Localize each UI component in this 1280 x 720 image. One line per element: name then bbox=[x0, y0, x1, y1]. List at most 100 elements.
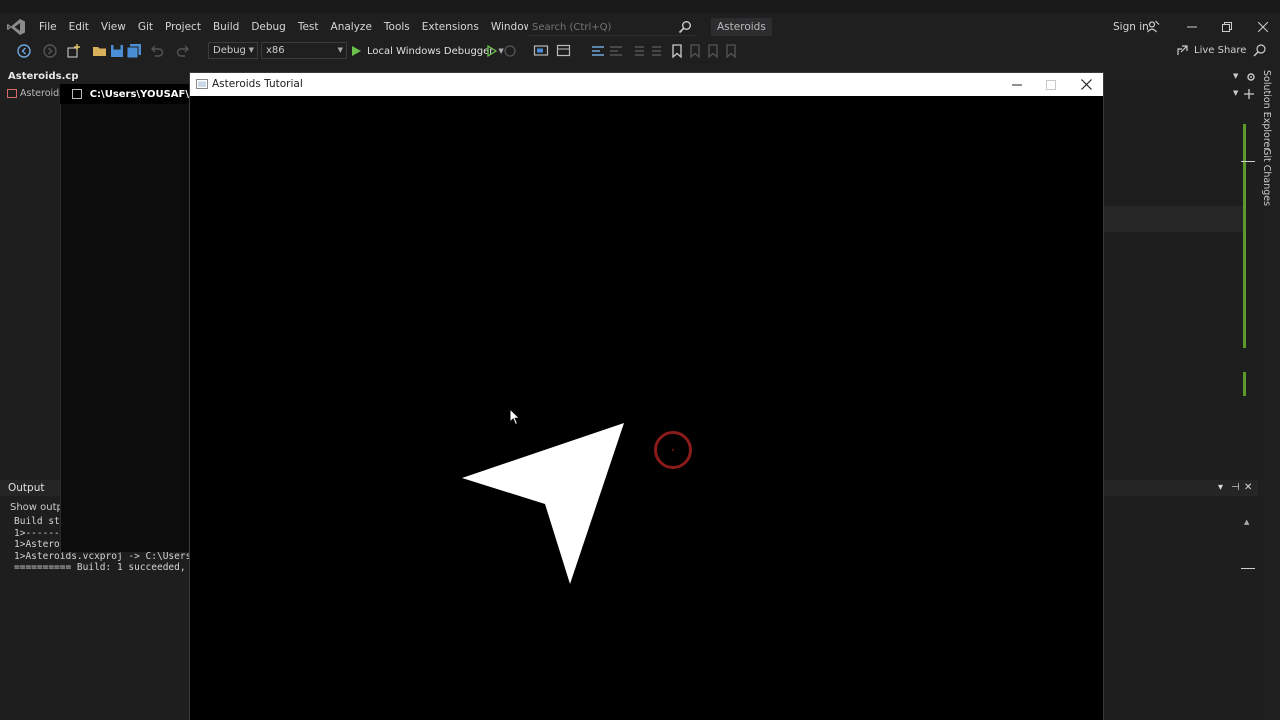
uncomment-icon[interactable] bbox=[608, 43, 624, 59]
hot-reload-icon[interactable] bbox=[502, 43, 518, 59]
player-ship bbox=[462, 423, 624, 584]
app-icon bbox=[196, 79, 208, 89]
minimize-icon bbox=[1012, 84, 1022, 85]
change-indicator-bar bbox=[1243, 124, 1246, 348]
outdent-icon[interactable] bbox=[650, 43, 666, 59]
navigate-back-icon[interactable] bbox=[16, 43, 32, 59]
search-box[interactable] bbox=[528, 18, 696, 36]
members-dropdown-icon[interactable]: ▼ bbox=[1233, 89, 1238, 97]
tab-asteroids-cpp[interactable]: Asteroids.cp bbox=[8, 71, 78, 82]
comment-icon[interactable] bbox=[590, 43, 606, 59]
configuration-value: Debug bbox=[213, 45, 246, 56]
menu-extensions[interactable]: Extensions bbox=[416, 14, 485, 40]
menu-project[interactable]: Project bbox=[159, 14, 207, 40]
bookmark-icon[interactable] bbox=[669, 43, 685, 59]
clear-bookmarks-icon[interactable] bbox=[723, 43, 739, 59]
menu-test[interactable]: Test bbox=[292, 14, 325, 40]
navigate-forward-icon[interactable] bbox=[42, 43, 58, 59]
search-icon[interactable] bbox=[678, 20, 692, 34]
asteroid-center-dot bbox=[671, 448, 675, 452]
menu-debug[interactable]: Debug bbox=[245, 14, 292, 40]
project-nav-dropdown[interactable]: Asteroids bbox=[7, 88, 64, 99]
tab-overflow-icon[interactable]: ▼ bbox=[1233, 72, 1238, 80]
restore-button[interactable] bbox=[1211, 14, 1243, 40]
restore-icon bbox=[1222, 22, 1232, 32]
account-icon[interactable] bbox=[1146, 20, 1160, 34]
scroll-up-icon[interactable]: ▲ bbox=[1244, 518, 1249, 526]
console-title-bar[interactable]: C:\Users\YOUSAF\sourc bbox=[60, 84, 190, 104]
save-icon[interactable] bbox=[109, 43, 125, 59]
side-tool-strip: Solution Explorer Git Changes bbox=[1258, 62, 1280, 720]
menu-file[interactable]: File bbox=[33, 14, 63, 40]
open-folder-icon[interactable] bbox=[92, 43, 108, 59]
new-project-icon[interactable] bbox=[66, 43, 82, 59]
game-window-title-bar[interactable]: Asteroids Tutorial bbox=[190, 73, 1103, 96]
project-icon bbox=[7, 89, 17, 98]
code-editor-right[interactable]: ▼ ▼ bbox=[1103, 70, 1243, 480]
console-title: C:\Users\YOUSAF\sourc bbox=[89, 88, 190, 100]
minimize-icon bbox=[1187, 26, 1197, 28]
close-icon bbox=[1080, 79, 1092, 90]
search-input[interactable] bbox=[528, 18, 668, 36]
title-bar: File Edit View Git Project Build Debug T… bbox=[0, 14, 1280, 40]
top-strip bbox=[0, 0, 1280, 14]
browse-icon[interactable] bbox=[533, 43, 549, 59]
pin-icon[interactable]: ⊣ bbox=[1231, 482, 1240, 493]
close-panel-icon[interactable]: ✕ bbox=[1244, 482, 1252, 493]
game-minimize-button[interactable] bbox=[1000, 73, 1034, 96]
start-debugging-button[interactable]: Local Windows Debugger ▼ bbox=[352, 42, 504, 60]
game-canvas[interactable] bbox=[190, 96, 1103, 720]
game-close-button[interactable] bbox=[1069, 73, 1103, 96]
platform-value: x86 bbox=[266, 45, 285, 56]
start-debugging-label: Local Windows Debugger bbox=[367, 45, 494, 57]
feedback-icon[interactable] bbox=[1252, 43, 1268, 59]
menu-build[interactable]: Build bbox=[207, 14, 245, 40]
menu-edit[interactable]: Edit bbox=[63, 14, 95, 40]
configuration-dropdown[interactable]: Debug ▼ bbox=[208, 42, 258, 59]
game-maximize-button[interactable] bbox=[1034, 73, 1068, 96]
console-window[interactable] bbox=[60, 84, 190, 552]
menu-view[interactable]: View bbox=[95, 14, 132, 40]
redo-icon[interactable] bbox=[175, 43, 191, 59]
console-icon bbox=[72, 89, 82, 99]
prev-bookmark-icon[interactable] bbox=[687, 43, 703, 59]
document-tab-well: Asteroids.cp Asteroids bbox=[0, 70, 78, 100]
live-share-button[interactable]: Live Share bbox=[1176, 43, 1246, 57]
maximize-icon bbox=[1046, 79, 1056, 90]
share-icon bbox=[1177, 45, 1188, 55]
play-icon bbox=[352, 46, 361, 56]
current-line-highlight bbox=[1103, 206, 1243, 232]
solution-explorer-tab[interactable]: Solution Explorer bbox=[1261, 70, 1272, 151]
code-editor[interactable] bbox=[0, 100, 60, 480]
split-editor-icon[interactable] bbox=[1243, 88, 1255, 100]
indent-icon[interactable] bbox=[630, 43, 646, 59]
menu-bar: File Edit View Git Project Build Debug T… bbox=[33, 14, 574, 40]
menu-tools[interactable]: Tools bbox=[378, 14, 416, 40]
menu-git[interactable]: Git bbox=[132, 14, 159, 40]
close-icon bbox=[1258, 22, 1268, 32]
output-title[interactable]: Output bbox=[8, 482, 44, 494]
game-window[interactable]: Asteroids Tutorial bbox=[189, 72, 1104, 720]
git-changes-tab[interactable]: Git Changes bbox=[1261, 148, 1272, 206]
chevron-down-icon: ▼ bbox=[337, 46, 343, 54]
sign-in-link[interactable]: Sign in bbox=[1113, 14, 1149, 40]
platform-dropdown[interactable]: x86 ▼ bbox=[261, 42, 347, 59]
game-window-title: Asteroids Tutorial bbox=[212, 78, 303, 90]
start-without-debugging-icon[interactable] bbox=[484, 43, 500, 59]
visual-studio-logo-icon[interactable] bbox=[6, 18, 26, 36]
next-bookmark-icon[interactable] bbox=[705, 43, 721, 59]
layout-icon[interactable] bbox=[556, 43, 572, 59]
undo-icon[interactable] bbox=[149, 43, 165, 59]
output-dropdown-icon[interactable]: ▾ bbox=[1218, 482, 1223, 493]
scroll-position-marker bbox=[1241, 161, 1255, 162]
close-button[interactable] bbox=[1247, 14, 1279, 40]
minimize-button[interactable] bbox=[1176, 14, 1208, 40]
save-all-icon[interactable] bbox=[126, 43, 142, 59]
settings-gear-icon[interactable] bbox=[1246, 72, 1256, 82]
output-scrollbar[interactable] bbox=[1243, 516, 1255, 720]
standard-toolbar: Debug ▼ x86 ▼ Local Windows Debugger ▼ Liv… bbox=[0, 40, 1280, 62]
output-line: ========== Build: 1 succeeded, 0 bbox=[14, 562, 198, 573]
menu-analyze[interactable]: Analyze bbox=[325, 14, 378, 40]
project-nav-label: Asteroids bbox=[20, 88, 65, 99]
mouse-cursor-icon bbox=[509, 408, 521, 426]
